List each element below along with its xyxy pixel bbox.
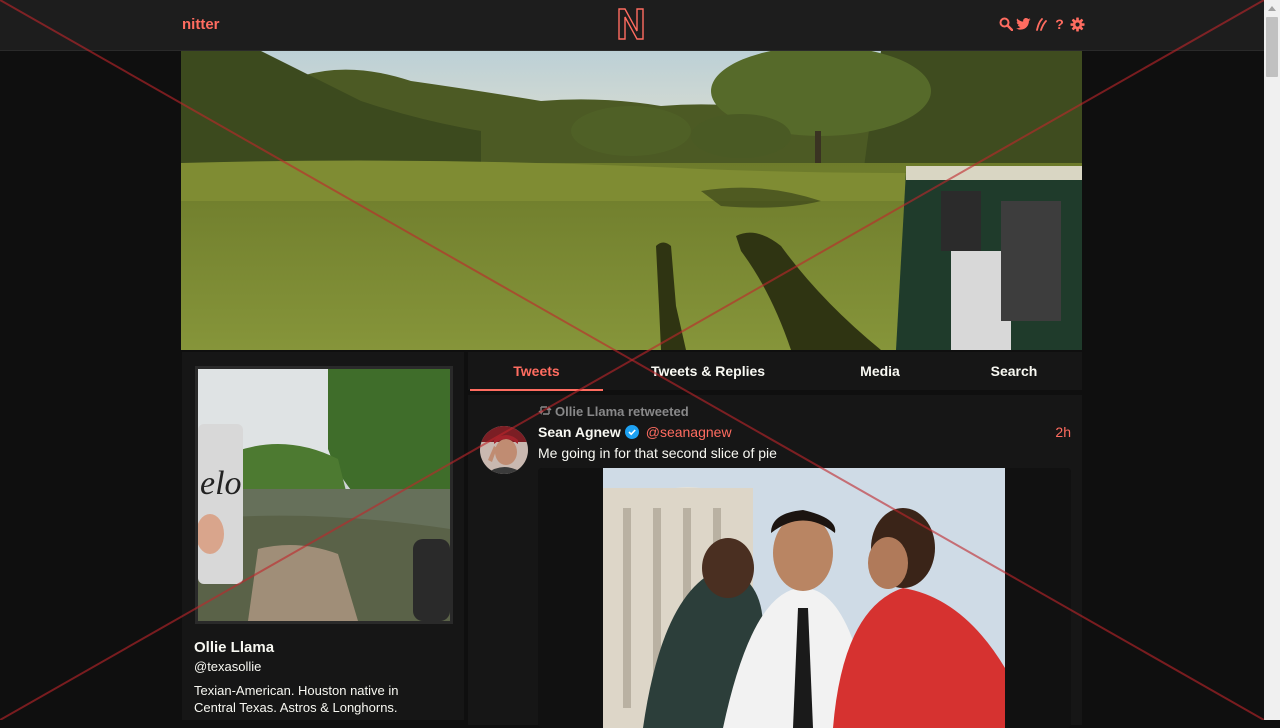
tweet[interactable]: Ollie Llama retweeted Sean Agnew @seanag… bbox=[468, 395, 1082, 728]
profile-avatar[interactable]: elo bbox=[195, 366, 453, 624]
tab-tweets-and-replies[interactable]: Tweets & Replies bbox=[628, 352, 788, 389]
tab-search[interactable]: Search bbox=[964, 352, 1064, 389]
tweet-avatar[interactable] bbox=[480, 426, 528, 474]
tweet-date[interactable]: 2h bbox=[1055, 424, 1071, 440]
profile-banner[interactable] bbox=[181, 51, 1082, 350]
scrollbar-thumb[interactable] bbox=[1266, 17, 1278, 77]
timeline: Tweets Tweets & Replies Media Search Oll… bbox=[468, 352, 1082, 728]
tweet-media[interactable] bbox=[538, 468, 1071, 728]
nav-icons: ? bbox=[998, 16, 1085, 32]
twitter-bird-icon[interactable] bbox=[1016, 16, 1031, 32]
gear-icon[interactable] bbox=[1070, 16, 1085, 32]
bio-line: Central Texas. Astros & Longhorns. bbox=[194, 700, 398, 715]
tab-media[interactable]: Media bbox=[828, 352, 932, 389]
help-icon[interactable]: ? bbox=[1052, 16, 1067, 32]
scroll-up-arrow-icon[interactable] bbox=[1264, 0, 1280, 16]
page-scrollbar[interactable] bbox=[1264, 0, 1280, 720]
search-icon[interactable] bbox=[998, 16, 1013, 32]
profile-fullname[interactable]: Ollie Llama bbox=[194, 639, 274, 656]
timeline-tabs: Tweets Tweets & Replies Media Search bbox=[468, 352, 1082, 391]
bio-line: Texian-American. Houston native in bbox=[194, 683, 399, 698]
profile-bio: Texian-American. Houston native in Centr… bbox=[194, 682, 444, 716]
tab-tweets[interactable]: Tweets bbox=[470, 352, 603, 391]
tweet-text: Me going in for that second slice of pie bbox=[538, 445, 777, 461]
nitter-logo[interactable] bbox=[617, 7, 645, 46]
profile-card: elo Ollie Llama @texasollie Texian-Ameri… bbox=[182, 352, 464, 720]
rss-icon[interactable] bbox=[1034, 16, 1049, 32]
tweet-handle[interactable]: @seanagnew bbox=[646, 424, 732, 440]
can-lettering: elo bbox=[200, 465, 242, 502]
verified-badge-icon bbox=[624, 425, 639, 439]
retweet-header: Ollie Llama retweeted bbox=[538, 404, 689, 419]
retweet-icon bbox=[538, 404, 552, 419]
tweet-fullname[interactable]: Sean Agnew bbox=[538, 424, 621, 440]
profile-username[interactable]: @texasollie bbox=[194, 659, 261, 674]
tweet-header: Sean Agnew @seanagnew bbox=[538, 423, 732, 441]
nitter-home-link[interactable]: nitter bbox=[182, 16, 220, 33]
retweet-label: Ollie Llama retweeted bbox=[555, 404, 689, 419]
navbar: nitter ? bbox=[0, 0, 1264, 51]
